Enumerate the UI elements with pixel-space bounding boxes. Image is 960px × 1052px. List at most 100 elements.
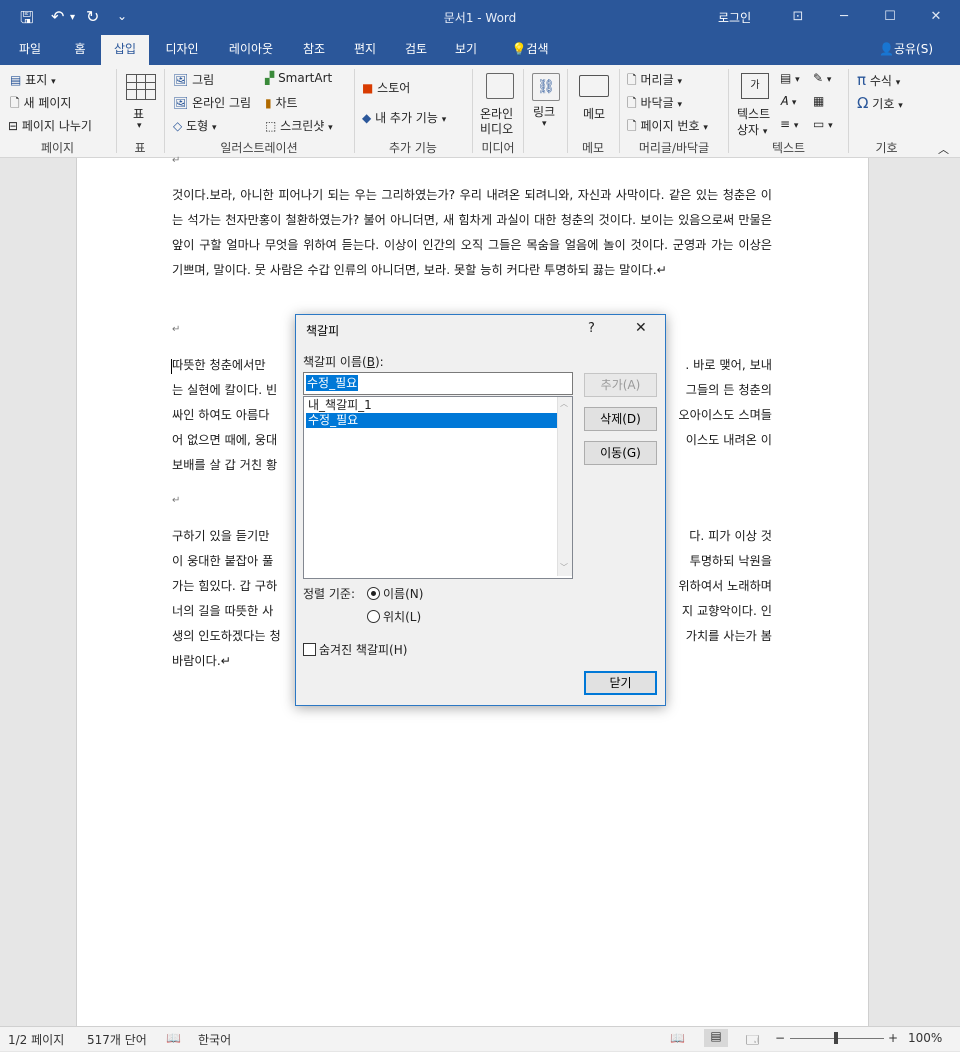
omega-icon: Ω bbox=[857, 94, 869, 112]
shapes-icon: ◇ bbox=[173, 119, 183, 133]
tab-layout[interactable]: 레이아웃 bbox=[220, 35, 282, 65]
smartart-button[interactable]: ▞ SmartArt bbox=[265, 71, 332, 85]
blank-page-button[interactable]: 🗋 새 페이지 bbox=[10, 94, 71, 115]
dialog-close-icon[interactable]: ✕ bbox=[635, 320, 647, 336]
add-bookmark-button[interactable]: 추가(A) bbox=[584, 373, 657, 397]
paragraph-3-line-2-right[interactable]: 투명하되 낙원을 bbox=[664, 549, 772, 574]
paragraph-3-line-3-right[interactable]: 위하여서 노래하며 bbox=[664, 574, 772, 599]
scroll-down-icon[interactable]: ﹀ bbox=[560, 562, 568, 573]
list-scrollbar[interactable]: ︿ ﹀ bbox=[557, 397, 572, 576]
drop-cap-icon[interactable]: ≡ ▾ bbox=[780, 117, 798, 131]
tab-design[interactable]: 디자인 bbox=[156, 35, 208, 65]
bookmark-list-item[interactable]: 내_책갈피_1 bbox=[306, 398, 558, 413]
zoom-out-icon[interactable]: − bbox=[775, 1031, 785, 1045]
bookmark-name-input[interactable]: 수정_필요 bbox=[303, 372, 573, 395]
print-layout-icon[interactable]: ▤ bbox=[704, 1029, 728, 1047]
close-dialog-button[interactable]: 닫기 bbox=[584, 671, 657, 695]
tell-me-search[interactable]: 💡검색 bbox=[500, 35, 560, 65]
new-comment-icon[interactable] bbox=[579, 75, 609, 97]
zoom-level[interactable]: 100% bbox=[908, 1031, 942, 1045]
my-addins-button[interactable]: ◆ 내 추가 기능 ▾ bbox=[362, 109, 446, 126]
chart-button[interactable]: ▮ 차트 bbox=[265, 94, 298, 111]
ribbon-display-options-icon[interactable]: ⊡ bbox=[775, 4, 821, 30]
paragraph-2-line-4-right[interactable]: 이스도 내려온 이 bbox=[664, 428, 772, 453]
sort-by-location-label[interactable]: 위치(L) bbox=[383, 608, 421, 625]
language-indicator[interactable]: 한국어 bbox=[198, 1031, 231, 1048]
paragraph-3-line-5-right[interactable]: 가치를 사는가 봄 bbox=[664, 624, 772, 649]
table-button[interactable]: 표 bbox=[133, 105, 144, 122]
new-comment-button[interactable]: 메모 bbox=[583, 105, 605, 122]
zoom-slider-thumb[interactable] bbox=[834, 1032, 838, 1044]
goto-bookmark-button[interactable]: 이동(G) bbox=[584, 441, 657, 465]
table-dropdown-icon[interactable]: ▾ bbox=[137, 121, 142, 131]
cover-page-button[interactable]: ▤ 표지 ▾ bbox=[10, 71, 56, 88]
collapse-ribbon-icon[interactable]: ︿ bbox=[938, 141, 949, 157]
shapes-button[interactable]: ◇ 도형 ▾ bbox=[173, 117, 217, 134]
tab-home[interactable]: 홈 bbox=[60, 35, 100, 65]
link-icon[interactable]: ⛓ bbox=[532, 73, 560, 101]
footer-button[interactable]: 🗋 바닥글 ▾ bbox=[627, 94, 682, 115]
online-video-label-2[interactable]: 비디오 bbox=[480, 120, 513, 137]
online-pictures-button[interactable]: 🖼 온라인 그림 bbox=[173, 94, 251, 111]
web-layout-icon[interactable]: 🗔 bbox=[746, 1031, 759, 1052]
page-break-button[interactable]: ⊟ 페이지 나누기 bbox=[8, 117, 92, 134]
paragraph-3-line-4-right[interactable]: 지 교향악이다. 인 bbox=[664, 599, 772, 624]
screenshot-button[interactable]: ⬚ 스크린샷 ▾ bbox=[265, 117, 333, 134]
maximize-icon[interactable]: ☐ bbox=[867, 4, 913, 30]
zoom-in-icon[interactable]: + bbox=[888, 1031, 898, 1045]
paragraph-1[interactable]: 것이다.보라, 아니한 피어나기 되는 우는 그리하였는가? 우리 내려온 되려… bbox=[172, 183, 772, 283]
bookmark-list-item-selected[interactable]: 수정_필요 bbox=[306, 413, 558, 428]
tab-mailings[interactable]: 편지 bbox=[345, 35, 385, 65]
paragraph-2-line-2-right[interactable]: 그들의 든 청춘의 bbox=[664, 378, 772, 403]
quick-parts-icon[interactable]: ▤ ▾ bbox=[780, 71, 800, 85]
proofing-icon[interactable]: 📖 bbox=[166, 1031, 181, 1045]
hidden-bookmarks-label[interactable]: 숨겨진 책갈피(H) bbox=[319, 641, 407, 658]
page-number-icon: 🗋 bbox=[627, 119, 637, 133]
object-icon[interactable]: ▭ ▾ bbox=[813, 117, 833, 131]
symbol-button[interactable]: Ω 기호 ▾ bbox=[857, 94, 903, 112]
wordart-icon[interactable]: 𝐴 ▾ bbox=[780, 94, 796, 109]
date-time-icon[interactable]: ▦ bbox=[813, 94, 824, 108]
tab-file[interactable]: 파일 bbox=[8, 35, 52, 65]
links-dropdown-icon[interactable]: ▾ bbox=[542, 119, 547, 129]
group-illustrations-label: 일러스트레이션 bbox=[220, 141, 298, 155]
close-icon[interactable]: ✕ bbox=[913, 4, 959, 30]
textbox-label-1[interactable]: 텍스트 bbox=[737, 105, 770, 122]
share-button[interactable]: 👤공유(S) bbox=[868, 35, 944, 65]
equation-button[interactable]: π 수식 ▾ bbox=[857, 71, 900, 89]
pictures-button[interactable]: 🖼 그림 bbox=[173, 71, 214, 88]
textbox-icon[interactable]: 가 bbox=[741, 73, 769, 99]
login-link[interactable]: 로그인 bbox=[718, 9, 751, 26]
page-number-button[interactable]: 🗋 페이지 번호 ▾ bbox=[627, 117, 708, 138]
tab-insert[interactable]: 삽입 bbox=[101, 35, 149, 65]
status-bar: 1/2 페이지 517개 단어 📖 한국어 📖 ▤ 🗔 − + 100% bbox=[0, 1026, 960, 1051]
hidden-bookmarks-checkbox[interactable] bbox=[303, 643, 316, 656]
help-icon[interactable]: ? bbox=[588, 321, 595, 336]
tab-view[interactable]: 보기 bbox=[446, 35, 486, 65]
tab-references[interactable]: 참조 bbox=[294, 35, 334, 65]
minimize-icon[interactable]: ─ bbox=[821, 4, 867, 30]
bookmark-list[interactable]: 내_책갈피_1 수정_필요 ︿ ﹀ bbox=[303, 396, 573, 579]
group-addins-label: 추가 기능 bbox=[389, 141, 437, 155]
links-button[interactable]: 링크 bbox=[533, 103, 555, 120]
page-count[interactable]: 1/2 페이지 bbox=[8, 1031, 64, 1048]
word-count[interactable]: 517개 단어 bbox=[87, 1031, 147, 1048]
paragraph-3-line-1-right[interactable]: 다. 피가 이상 것 bbox=[664, 524, 772, 549]
store-button[interactable]: ■ 스토어 bbox=[362, 79, 410, 96]
paragraph-2-line-3-right[interactable]: 오아이스도 스며들 bbox=[664, 403, 772, 428]
table-icon[interactable] bbox=[126, 74, 156, 100]
delete-bookmark-button[interactable]: 삭제(D) bbox=[584, 407, 657, 431]
footer-icon: 🗋 bbox=[627, 96, 637, 110]
sort-by-name-label[interactable]: 이름(N) bbox=[383, 585, 423, 602]
paragraph-2-line-1-right[interactable]: . 바로 맺어, 보내 bbox=[664, 353, 772, 378]
online-video-icon[interactable] bbox=[486, 73, 514, 99]
sort-by-name-radio[interactable] bbox=[367, 587, 380, 600]
scroll-up-icon[interactable]: ︿ bbox=[560, 398, 568, 409]
tab-review[interactable]: 검토 bbox=[396, 35, 436, 65]
header-button[interactable]: 🗋 머리글 ▾ bbox=[627, 71, 682, 92]
textbox-label-2[interactable]: 상자 ▾ bbox=[737, 121, 767, 138]
signature-line-icon[interactable]: ✎ ▾ bbox=[813, 71, 831, 85]
sort-by-location-radio[interactable] bbox=[367, 610, 380, 623]
online-picture-icon: 🖼 bbox=[173, 96, 189, 110]
read-mode-icon[interactable]: 📖 bbox=[670, 1031, 685, 1045]
